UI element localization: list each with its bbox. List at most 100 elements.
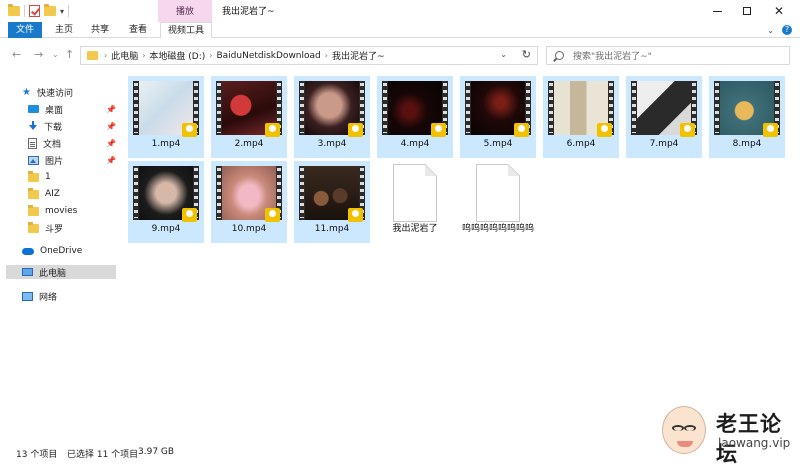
file-tile-video[interactable]: 4.mp4 bbox=[377, 76, 453, 158]
sidebar-item-downloads[interactable]: 下载 📌 bbox=[28, 119, 122, 133]
ribbon-tab-bar: 文件 主页 共享 查看 视频工具 ⌄ ? bbox=[0, 22, 800, 38]
blank-file-icon bbox=[476, 164, 520, 222]
selection-count: 已选择 11 个项目 bbox=[67, 450, 139, 460]
sidebar-item-pictures[interactable]: 图片 📌 bbox=[28, 153, 122, 167]
sidebar-item-label: 文档 bbox=[43, 139, 62, 150]
toolbar-divider bbox=[68, 5, 70, 17]
folder-icon bbox=[28, 187, 39, 199]
contextual-tab-group-label: 播放 bbox=[175, 7, 194, 17]
breadcrumb-separator-icon[interactable]: › bbox=[142, 51, 145, 60]
tab-share[interactable]: 共享 bbox=[86, 22, 114, 38]
file-tile-document[interactable]: 我出泥岩了 bbox=[377, 161, 453, 243]
file-name: 6.mp4 bbox=[566, 139, 596, 149]
tab-file[interactable]: 文件 bbox=[8, 22, 42, 38]
tab-home[interactable]: 主页 bbox=[50, 22, 78, 38]
sidebar-item-folder-aiz[interactable]: AIZ bbox=[28, 187, 60, 201]
file-tile-video[interactable]: 2.mp4 bbox=[211, 76, 287, 158]
refresh-icon[interactable]: ↻ bbox=[522, 48, 531, 61]
video-thumbnail bbox=[133, 81, 199, 137]
breadcrumb-download-folder[interactable]: BaiduNetdiskDownload bbox=[216, 51, 320, 61]
sidebar-item-network[interactable]: 网络 bbox=[22, 289, 57, 303]
player-badge-icon bbox=[182, 123, 197, 137]
breadcrumb-separator-icon[interactable]: › bbox=[325, 51, 328, 60]
sidebar-item-onedrive[interactable]: OneDrive bbox=[22, 244, 82, 258]
file-tile-video[interactable]: 1.mp4 bbox=[128, 76, 204, 158]
expand-ribbon-chevron-icon[interactable]: ⌄ bbox=[767, 26, 774, 35]
blank-file-icon bbox=[393, 164, 437, 222]
tab-view[interactable]: 查看 bbox=[124, 22, 152, 38]
video-thumbnail bbox=[299, 166, 365, 222]
video-thumbnail bbox=[548, 81, 614, 137]
customize-toolbar-chevron-icon[interactable]: ▾ bbox=[60, 7, 64, 16]
pin-icon: 📌 bbox=[106, 138, 116, 148]
help-icon[interactable]: ? bbox=[782, 25, 792, 35]
file-name: 8.mp4 bbox=[732, 139, 762, 149]
breadcrumb-separator-icon[interactable]: › bbox=[104, 51, 107, 60]
sidebar-item-quick-access[interactable]: ★ 快速访问 bbox=[22, 85, 73, 99]
file-tile-video[interactable]: 9.mp4 bbox=[128, 161, 204, 243]
search-input[interactable]: 搜索"我出泥岩了~" bbox=[546, 46, 790, 65]
player-badge-icon bbox=[763, 123, 778, 137]
player-badge-icon bbox=[680, 123, 695, 137]
breadcrumb-this-pc[interactable]: 此电脑 bbox=[111, 49, 138, 62]
video-thumbnail bbox=[216, 166, 282, 222]
download-icon bbox=[28, 121, 38, 131]
sidebar-item-documents[interactable]: 文档 📌 bbox=[28, 136, 122, 150]
file-tile-video[interactable]: 3.mp4 bbox=[294, 76, 370, 158]
maximize-button[interactable] bbox=[732, 0, 762, 22]
back-arrow-icon[interactable]: ← bbox=[12, 48, 21, 61]
recent-locations-chevron-icon[interactable]: ⌄ bbox=[52, 50, 59, 59]
sidebar-item-label: 1 bbox=[45, 172, 51, 182]
pictures-icon bbox=[28, 155, 39, 165]
new-folder-icon[interactable] bbox=[44, 4, 56, 16]
sidebar-item-label: 桌面 bbox=[45, 105, 64, 116]
file-tile-video[interactable]: 11.mp4 bbox=[294, 161, 370, 243]
file-tile-video[interactable]: 7.mp4 bbox=[626, 76, 702, 158]
video-thumbnail bbox=[216, 81, 282, 137]
breadcrumb-local-disk[interactable]: 本地磁盘 (D:) bbox=[149, 49, 205, 62]
sidebar-item-label: 此电脑 bbox=[39, 268, 67, 279]
close-button[interactable]: ✕ bbox=[764, 0, 794, 22]
folder-icon bbox=[28, 204, 39, 216]
file-tile-video[interactable]: 8.mp4 bbox=[709, 76, 785, 158]
sidebar-item-folder-movies[interactable]: movies bbox=[28, 204, 77, 218]
pin-icon: 📌 bbox=[106, 104, 116, 114]
file-tile-video[interactable]: 5.mp4 bbox=[460, 76, 536, 158]
navigation-bar: ← → ⌄ ↑ › 此电脑 › 本地磁盘 (D:) › BaiduNetdisk… bbox=[0, 42, 800, 68]
forward-arrow-icon[interactable]: → bbox=[34, 48, 43, 61]
sidebar-item-this-pc[interactable]: 此电脑 bbox=[6, 265, 116, 279]
file-name: 5.mp4 bbox=[483, 139, 513, 149]
folder-icon bbox=[87, 51, 98, 60]
sidebar-item-folder-douluo[interactable]: 斗罗 bbox=[28, 221, 63, 235]
pin-icon: 📌 bbox=[106, 155, 116, 165]
sidebar-item-desktop[interactable]: 桌面 📌 bbox=[28, 102, 122, 116]
file-name: 3.mp4 bbox=[317, 139, 347, 149]
minimize-icon bbox=[712, 10, 722, 12]
sidebar-item-folder-1[interactable]: 1 bbox=[28, 170, 51, 184]
video-thumbnail bbox=[631, 81, 697, 137]
tab-video-tools[interactable]: 视频工具 bbox=[160, 22, 212, 38]
breadcrumb-separator-icon[interactable]: › bbox=[209, 51, 212, 60]
sidebar-item-label: 下载 bbox=[44, 122, 63, 133]
file-name: 呜呜呜呜呜呜呜呜 bbox=[462, 224, 535, 234]
quick-access-toolbar: ▾ bbox=[8, 4, 70, 18]
folder-icon bbox=[28, 221, 39, 233]
minimize-button[interactable] bbox=[702, 0, 732, 22]
watermark-logo: 老王论坛 laowang.vip bbox=[660, 402, 792, 466]
file-tile-video[interactable]: 6.mp4 bbox=[543, 76, 619, 158]
properties-icon[interactable] bbox=[29, 5, 40, 17]
document-icon bbox=[28, 137, 37, 149]
breadcrumb-current-folder[interactable]: 我出泥岩了~ bbox=[332, 49, 385, 62]
address-bar[interactable]: › 此电脑 › 本地磁盘 (D:) › BaiduNetdiskDownload… bbox=[80, 46, 538, 65]
file-tile-document[interactable]: 呜呜呜呜呜呜呜呜 bbox=[460, 161, 536, 243]
file-name: 10.mp4 bbox=[231, 224, 267, 234]
file-name: 7.mp4 bbox=[649, 139, 679, 149]
video-thumbnail bbox=[382, 81, 448, 137]
sidebar-item-label: AIZ bbox=[45, 189, 60, 199]
file-tile-video[interactable]: 10.mp4 bbox=[211, 161, 287, 243]
search-icon bbox=[555, 51, 564, 60]
desktop-icon bbox=[28, 105, 39, 113]
address-history-chevron-icon[interactable]: ⌄ bbox=[500, 50, 507, 59]
folder-icon[interactable] bbox=[8, 4, 20, 16]
up-arrow-icon[interactable]: ↑ bbox=[65, 48, 74, 61]
